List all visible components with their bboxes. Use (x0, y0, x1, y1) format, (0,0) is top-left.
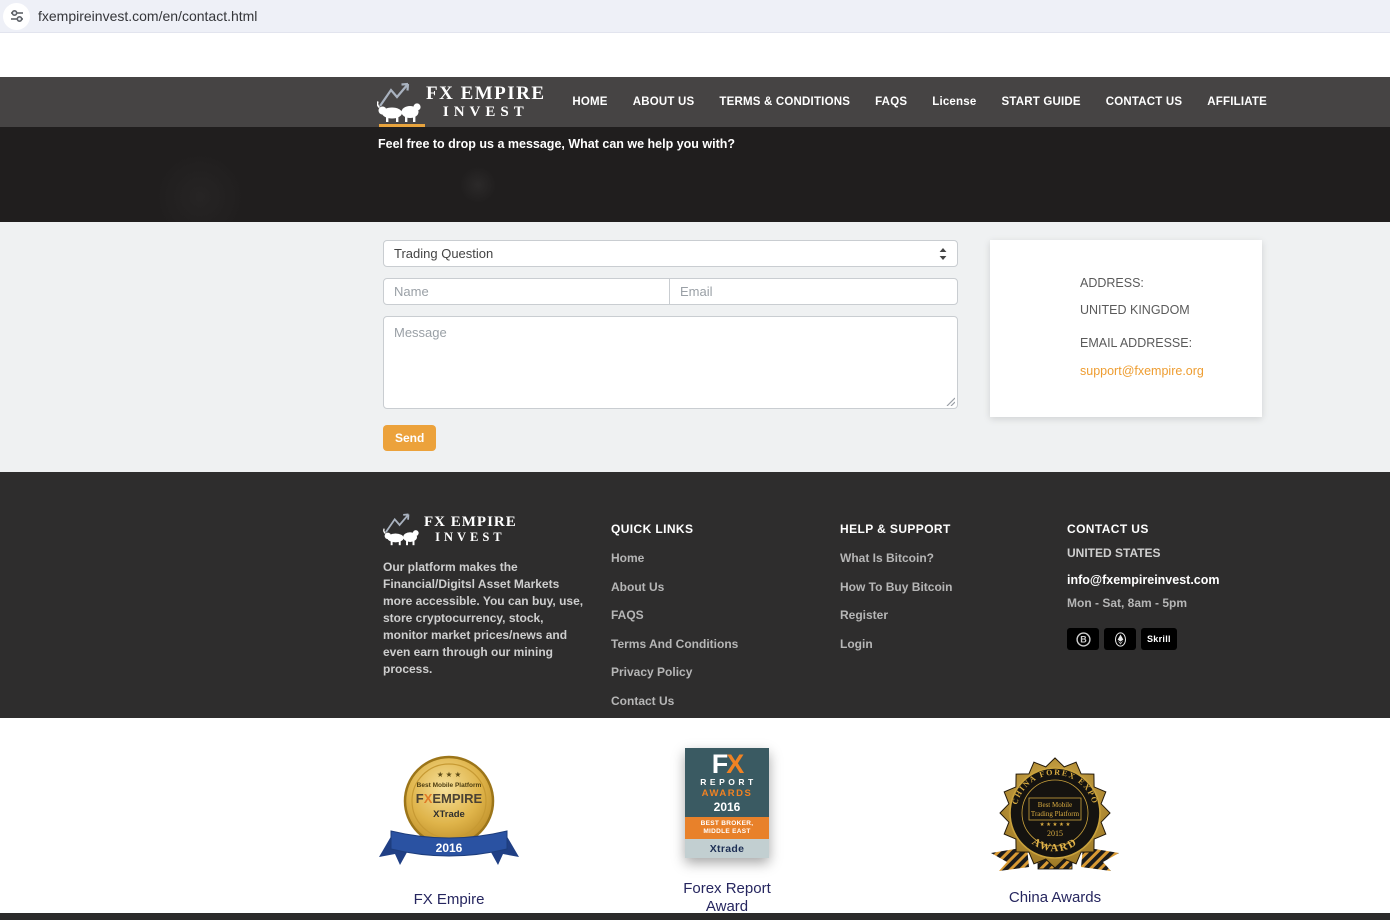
footer-link-terms[interactable]: Terms And Conditions (611, 637, 738, 651)
svg-text:★ ★ ★: ★ ★ ★ (437, 770, 462, 779)
footer-link-register[interactable]: Register (840, 608, 952, 622)
payment-badges: B Skrill (1067, 628, 1220, 650)
awards-section: ★ ★ ★ Best Mobile Platform FXEMPIRE XTra… (0, 718, 1390, 916)
svg-text:★ ★ ★ ★ ★: ★ ★ ★ ★ ★ (1040, 821, 1071, 828)
help-support-heading: HELP & SUPPORT (840, 522, 951, 536)
footer-link-contact-us[interactable]: Contact Us (611, 694, 738, 708)
skrill-badge: Skrill (1141, 628, 1177, 650)
name-input[interactable] (383, 278, 670, 305)
svg-text:2016: 2016 (436, 841, 463, 855)
bitcoin-icon: B (1075, 631, 1091, 647)
footer-logo-text: FX EMPIRE INVEST (424, 513, 517, 544)
send-button[interactable]: Send (383, 425, 437, 451)
footer-link-what-is-bitcoin[interactable]: What Is Bitcoin? (840, 551, 952, 565)
nav-item-home[interactable]: HOME (572, 96, 607, 108)
svg-text:B: B (1080, 634, 1087, 644)
svg-text:Trading Platform: Trading Platform (1031, 810, 1080, 818)
contact-section: Trading Question Send ADDRESS: UNITED KI… (0, 222, 1390, 472)
skrill-label: Skrill (1147, 634, 1171, 644)
site-settings-button[interactable] (3, 2, 30, 30)
forex-report-badge-image: FX REPORT AWARDS 2016 BEST BROKER, MIDDLE… (685, 748, 769, 858)
ethereum-icon (1114, 631, 1126, 647)
tune-icon (10, 9, 23, 23)
logo-text: FX EMPIRE INVEST (426, 82, 546, 120)
subject-select[interactable]: Trading Question (383, 240, 958, 267)
nav-item-affiliate[interactable]: AFFILIATE (1207, 96, 1267, 108)
footer-email: info@fxempireinvest.com (1067, 573, 1220, 587)
svg-text:Best Mobile: Best Mobile (1038, 801, 1072, 809)
bull-bear-logo-mark (377, 82, 421, 122)
nav-item-faqs[interactable]: FAQS (875, 96, 907, 108)
hero-banner: Feel free to drop us a message, What can… (0, 127, 1390, 222)
footer-link-about-us[interactable]: About Us (611, 580, 738, 594)
hero-message: Feel free to drop us a message, What can… (378, 137, 736, 151)
footer-brand-column: FX EMPIRE INVEST Our platform makes the … (383, 512, 593, 678)
main-navbar: FX EMPIRE INVEST HOME ABOUT US TERMS & C… (0, 77, 1390, 127)
svg-text:XTrade: XTrade (433, 809, 465, 820)
footer-country: UNITED STATES (1067, 546, 1161, 560)
address-bar-url[interactable]: fxempireinvest.com/en/contact.html (38, 8, 257, 24)
footer-help-support-column: HELP & SUPPORT What Is Bitcoin? How To B… (840, 522, 952, 665)
nav-item-terms[interactable]: TERMS & CONDITIONS (719, 96, 850, 108)
footer-hours: Mon - Sat, 8am - 5pm (1067, 596, 1188, 610)
footer: FX EMPIRE INVEST Our platform makes the … (0, 472, 1390, 718)
subject-selected-value: Trading Question (394, 246, 494, 261)
nav-item-about-us[interactable]: ABOUT US (633, 96, 695, 108)
footer-link-login[interactable]: Login (840, 637, 952, 651)
nav-item-license[interactable]: License (932, 96, 976, 108)
address-value: UNITED KINGDOM (1080, 303, 1190, 317)
header-logo[interactable]: FX EMPIRE INVEST (377, 81, 546, 123)
nav-item-contact-us[interactable]: CONTACT US (1106, 96, 1183, 108)
footer-description: Our platform makes the Financial/Digitsl… (383, 560, 584, 676)
award-forex-report: FX REPORT AWARDS 2016 BEST BROKER, MIDDLE… (657, 748, 797, 916)
footer-link-faqs[interactable]: FAQS (611, 608, 738, 622)
select-stepper-icon (939, 247, 947, 260)
email-address-label: EMAIL ADDRESSE: (1080, 336, 1193, 350)
quick-links-heading: QUICK LINKS (611, 522, 694, 536)
message-textarea[interactable] (383, 316, 958, 409)
bitcoin-badge: B (1067, 628, 1099, 650)
main-nav: HOME ABOUT US TERMS & CONDITIONS FAQS Li… (572, 77, 1267, 127)
footer-link-privacy-policy[interactable]: Privacy Policy (611, 665, 738, 679)
page-top-gap (0, 33, 1390, 77)
award-label-china: China Awards (1008, 889, 1102, 906)
award-fx-empire: ★ ★ ★ Best Mobile Platform FXEMPIRE XTra… (379, 753, 519, 909)
footer-link-home[interactable]: Home (611, 551, 738, 565)
address-label: ADDRESS: (1080, 276, 1144, 290)
footer-link-how-to-buy-bitcoin[interactable]: How To Buy Bitcoin (840, 580, 952, 594)
svg-text:FXEMPIRE: FXEMPIRE (416, 791, 483, 806)
award-label-forex-report: Forex Report Award (683, 880, 771, 915)
footer-contact-heading: CONTACT US (1067, 522, 1149, 536)
fx-empire-medal-image: ★ ★ ★ Best Mobile Platform FXEMPIRE XTra… (379, 755, 519, 865)
browser-url-bar[interactable]: fxempireinvest.com/en/contact.html (0, 0, 1390, 33)
footer-logo[interactable]: FX EMPIRE INVEST (383, 512, 593, 546)
nav-item-start-guide[interactable]: START GUIDE (1001, 96, 1080, 108)
svg-text:2015: 2015 (1047, 829, 1063, 838)
support-email-link[interactable]: support@fxempire.org (1080, 364, 1204, 378)
ethereum-badge (1104, 628, 1136, 650)
svg-text:Best Mobile Platform: Best Mobile Platform (417, 782, 482, 789)
footer-contact-column: CONTACT US UNITED STATES info@fxempirein… (1067, 522, 1220, 650)
contact-info-card: ADDRESS: UNITED KINGDOM EMAIL ADDRESSE: … (990, 240, 1262, 417)
email-input[interactable] (669, 278, 958, 305)
china-awards-medal-image: CHINA FOREX EXPO Best Mobile Trading Pla… (991, 757, 1119, 871)
footer-quick-links-column: QUICK LINKS Home About Us FAQS Terms And… (611, 522, 738, 722)
bull-bear-logo-mark (383, 513, 419, 546)
award-china: CHINA FOREX EXPO Best Mobile Trading Pla… (985, 753, 1125, 907)
award-label-fx-empire: FX Empire (413, 891, 485, 908)
